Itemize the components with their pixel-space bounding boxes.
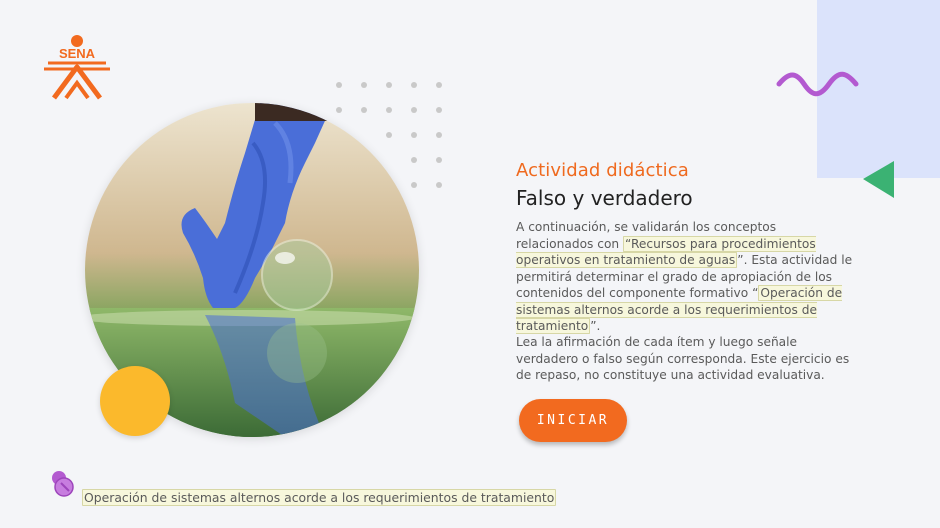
wave-decoration xyxy=(776,71,859,97)
start-button[interactable]: INICIAR xyxy=(519,399,627,442)
activity-kicker: Actividad didáctica xyxy=(516,160,689,181)
logo-text: SENA xyxy=(46,47,108,60)
intro-paragraph: A continuación, se validarán los concept… xyxy=(516,219,856,335)
yellow-circle-decoration xyxy=(100,366,170,436)
instructions-paragraph: Lea la afirmación de cada ítem y luego s… xyxy=(516,335,850,382)
intro-text-3: ”. xyxy=(590,319,601,333)
pushpin-icon xyxy=(52,471,74,497)
activity-title: Falso y verdadero xyxy=(516,186,693,210)
footer-component-title: Operación de sistemas alternos acorde a … xyxy=(82,489,557,506)
sena-logo: SENA xyxy=(40,34,114,104)
sena-logo-icon xyxy=(44,35,110,100)
green-triangle-decoration xyxy=(863,161,894,198)
